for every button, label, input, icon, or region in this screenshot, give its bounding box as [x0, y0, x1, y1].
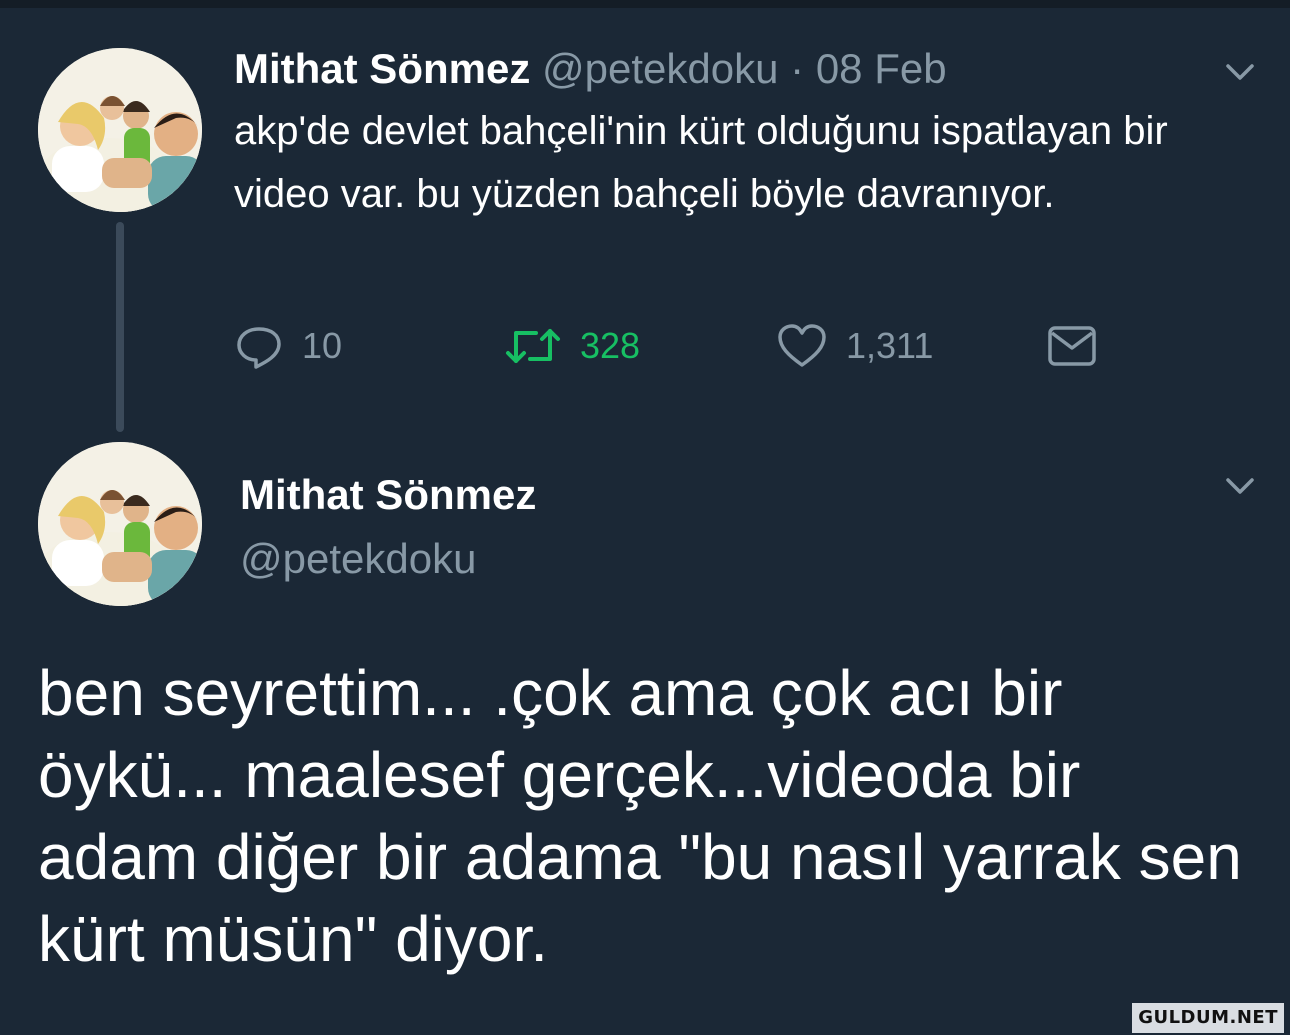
meta-separator: · [790, 45, 805, 92]
chevron-down-icon[interactable] [1220, 466, 1260, 506]
avatar[interactable] [38, 48, 202, 212]
retweet-button[interactable]: 328 [504, 318, 640, 374]
reply-icon [234, 321, 284, 371]
chevron-down-icon[interactable] [1220, 52, 1260, 92]
reply-button[interactable]: 10 [234, 318, 342, 374]
tweet-date[interactable]: 08 Feb [816, 45, 947, 92]
retweet-count: 328 [580, 325, 641, 366]
display-name[interactable]: Mithat Sönmez [234, 45, 530, 92]
user-handle[interactable]: @petekdoku [240, 532, 476, 586]
user-handle[interactable]: @petekdoku [542, 45, 778, 92]
watermark: GULDUM.NET [1132, 1003, 1284, 1033]
avatar-photo [38, 442, 202, 606]
display-name[interactable]: Mithat Sönmez [240, 468, 536, 522]
top-border [0, 0, 1290, 8]
tweet-header: Mithat Sönmez @petekdoku · 08 Feb [234, 42, 947, 96]
tweet-actions: 10 328 1,311 [234, 318, 1114, 374]
like-button[interactable]: 1,311 [776, 318, 933, 374]
avatar[interactable] [38, 442, 202, 606]
retweet-icon [504, 321, 562, 371]
avatar-photo [38, 48, 202, 212]
tweet-text: akp'de devlet bahçeli'nin kürt olduğunu … [234, 109, 1168, 216]
heart-icon [776, 321, 828, 371]
like-count: 1,311 [846, 325, 934, 366]
reply-count: 10 [302, 325, 343, 366]
tweet-text: ben seyrettim... .çok ama çok acı bir öy… [38, 657, 1242, 975]
direct-message-button[interactable] [1046, 318, 1098, 374]
envelope-icon [1046, 321, 1098, 371]
thread-connector [116, 222, 124, 432]
